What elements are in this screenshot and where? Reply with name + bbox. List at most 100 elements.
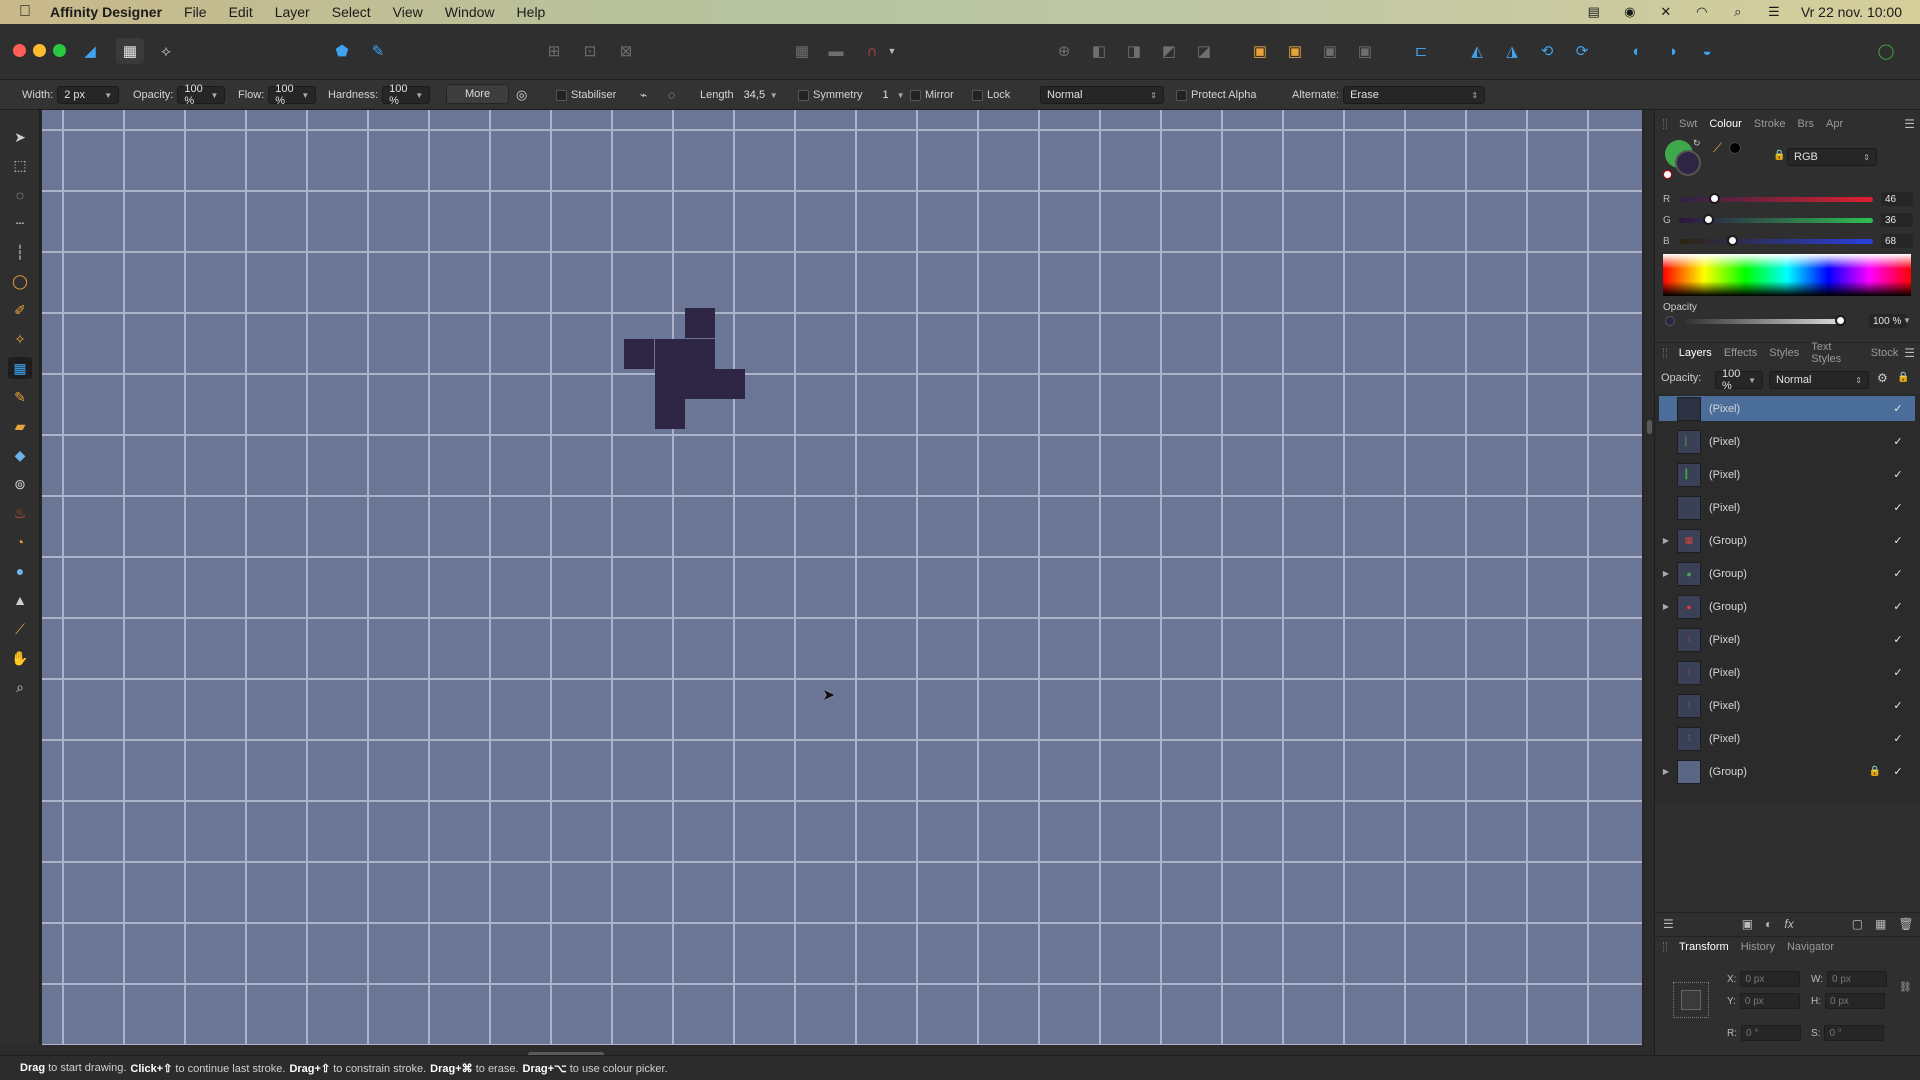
layer-row[interactable]: ⁝ (Pixel) ✓ xyxy=(1659,627,1915,653)
tab-stroke[interactable]: Stroke xyxy=(1748,118,1792,130)
pixel-grid-icon[interactable]: ▦ xyxy=(788,38,816,64)
fill-colour-well[interactable] xyxy=(1675,150,1701,176)
layer-row[interactable]: ▶ ▦ (Group) ✓ xyxy=(1659,528,1915,554)
colour-spectrum[interactable] xyxy=(1663,254,1911,296)
row-marquee-tool-icon[interactable]: ┄ xyxy=(8,212,32,234)
layer-blend-select[interactable]: Normal ⇕ xyxy=(1769,371,1869,389)
x-field[interactable]: 0 px xyxy=(1740,971,1801,987)
visibility-checkbox[interactable]: ✓ xyxy=(1891,633,1905,647)
burn-tool-icon[interactable]: ♨ xyxy=(8,502,32,524)
snapping-options-chevron-icon[interactable]: ▼ xyxy=(884,38,900,64)
green-value[interactable]: 36 xyxy=(1881,213,1913,227)
colour-opacity-slider[interactable] xyxy=(1685,315,1846,326)
visibility-checkbox[interactable]: ✓ xyxy=(1891,666,1905,680)
selection-brush-tool-icon[interactable]: ✐ xyxy=(8,299,32,321)
layer-row[interactable]: ⁝ (Pixel) ✓ xyxy=(1659,693,1915,719)
menu-view[interactable]: View xyxy=(393,4,423,20)
green-slider[interactable] xyxy=(1679,213,1873,225)
close-window-button[interactable] xyxy=(13,44,26,57)
red-slider[interactable] xyxy=(1679,192,1873,204)
selection-grid-icon[interactable]: ⊞ xyxy=(540,38,568,64)
quick-mask-toggle-icon[interactable]: ◒ xyxy=(1693,38,1721,64)
mask-layer-icon[interactable]: ▣ xyxy=(1742,917,1753,931)
tab-appearance[interactable]: Apr xyxy=(1820,118,1849,130)
rope-mode-icon[interactable]: ⌁ xyxy=(640,86,647,104)
sharpen-tool-icon[interactable]: ▲ xyxy=(8,589,32,611)
shear-field[interactable]: 0 ° xyxy=(1824,1025,1885,1041)
y-field[interactable]: 0 px xyxy=(1739,993,1800,1009)
protect-alpha-checkbox[interactable] xyxy=(1176,89,1187,101)
expand-arrow-icon[interactable]: ▶ xyxy=(1659,569,1673,578)
more-button[interactable]: More xyxy=(446,84,510,104)
control-center-icon[interactable]: ☰ xyxy=(1765,5,1783,19)
tab-colour[interactable]: Colour xyxy=(1703,118,1747,130)
tab-layers[interactable]: Layers xyxy=(1673,347,1718,359)
flow-field[interactable]: 100 % ▼ xyxy=(268,83,317,107)
h-field[interactable]: 0 px xyxy=(1825,993,1885,1009)
menu-window[interactable]: Window xyxy=(445,4,495,20)
layer-row[interactable]: ▶ ● (Group) ✓ xyxy=(1659,561,1915,587)
rotate-right-icon[interactable]: ⟳ xyxy=(1568,38,1596,64)
hardness-field[interactable]: 100 % ▼ xyxy=(382,83,431,107)
boolean-add-icon[interactable]: ◧ xyxy=(1085,38,1113,64)
tab-styles[interactable]: Styles xyxy=(1763,347,1805,359)
red-slider-knob[interactable] xyxy=(1709,192,1720,204)
boolean-divide-icon[interactable]: ◪ xyxy=(1190,38,1218,64)
fx-icon[interactable]: fx xyxy=(1784,917,1793,931)
link-proportions-icon[interactable]: ⛓ xyxy=(1899,982,1912,993)
visibility-checkbox[interactable]: ✓ xyxy=(1891,600,1905,614)
window-mode-icon[interactable]: ◌ xyxy=(668,86,675,104)
picked-colour-well[interactable] xyxy=(1729,142,1741,154)
tab-navigator[interactable]: Navigator xyxy=(1781,941,1840,953)
expand-arrow-icon[interactable]: ▶ xyxy=(1659,767,1673,776)
layer-row[interactable]: ▶ (Group) 🔒 ✓ xyxy=(1659,759,1915,785)
transform-selection-icon[interactable]: ⊠ xyxy=(612,38,640,64)
visibility-checkbox[interactable]: ✓ xyxy=(1891,765,1905,779)
arrange-back-icon[interactable]: ▣ xyxy=(1246,38,1274,64)
panel-grip-icon[interactable] xyxy=(1663,941,1667,952)
snapping-magnet-icon[interactable]: ∩ xyxy=(858,38,886,64)
user-account-icon[interactable]: ◉ xyxy=(1621,5,1639,19)
layers-stack-icon[interactable]: ☰ xyxy=(1663,917,1674,931)
tab-history[interactable]: History xyxy=(1735,941,1781,953)
rotation-field[interactable]: 0 ° xyxy=(1741,1025,1801,1041)
column-marquee-tool-icon[interactable]: ┆ xyxy=(8,241,32,263)
width-field[interactable]: 2 px ▼ xyxy=(57,86,120,104)
menu-file[interactable]: File xyxy=(184,4,207,20)
visibility-checkbox[interactable]: ✓ xyxy=(1891,468,1905,482)
panel-grip-icon[interactable] xyxy=(1663,119,1667,129)
layer-row[interactable]: ▎ (Pixel) ✓ xyxy=(1659,462,1915,488)
menu-edit[interactable]: Edit xyxy=(229,4,253,20)
panel-menu-icon[interactable]: ☰ xyxy=(1904,346,1915,360)
quick-mask-icon[interactable]: ◐ xyxy=(1623,38,1651,64)
colour-picker-icon[interactable]: ⟋ xyxy=(1713,140,1722,156)
elliptical-marquee-tool-icon[interactable]: ◌ xyxy=(8,184,32,206)
visibility-checkbox[interactable]: ✓ xyxy=(1891,567,1905,581)
zoom-tool-icon[interactable]: ⌕ xyxy=(8,676,32,698)
layer-row[interactable]: (Pixel) ✓ xyxy=(1659,495,1915,521)
lock-icon[interactable]: 🔒 xyxy=(1773,150,1785,161)
selection-bounds-icon[interactable]: ⊡ xyxy=(576,38,604,64)
mirror-checkbox[interactable] xyxy=(910,89,921,101)
tab-effects[interactable]: Effects xyxy=(1718,347,1763,359)
add-pixel-layer-icon[interactable]: ▢ xyxy=(1852,917,1863,931)
pixel-tool-icon[interactable]: ▦ xyxy=(8,357,32,379)
zoom-glass-tool-icon[interactable]: ⊚ xyxy=(8,473,32,495)
keyboard-icon[interactable]: ▤ xyxy=(1585,5,1603,19)
canvas-area[interactable] xyxy=(40,110,1644,1045)
layer-lock-icon[interactable]: 🔒 xyxy=(1869,766,1881,777)
gear-icon[interactable]: ⚙ xyxy=(1877,371,1888,385)
lock-checkbox[interactable] xyxy=(972,89,983,101)
dodge-tool-icon[interactable]: ◔ xyxy=(8,531,32,553)
erase-brush-tool-icon[interactable]: ▰ xyxy=(8,415,32,437)
rotate-left-icon[interactable]: ⟲ xyxy=(1533,38,1561,64)
expand-arrow-icon[interactable]: ▶ xyxy=(1659,536,1673,545)
refine-selection-icon[interactable]: ◑ xyxy=(1658,38,1686,64)
delete-layer-icon[interactable]: 🗑 xyxy=(1898,917,1913,931)
layer-row[interactable]: ▏ (Pixel) ✓ xyxy=(1659,429,1915,455)
panel-grip-icon[interactable] xyxy=(1663,347,1667,358)
pixel-align-icon[interactable]: ▬ xyxy=(822,38,850,64)
wifi-icon[interactable]: ◠ xyxy=(1693,5,1711,19)
tab-text-styles[interactable]: Text Styles xyxy=(1805,341,1865,365)
flip-vertical-icon[interactable]: ◮ xyxy=(1498,38,1526,64)
